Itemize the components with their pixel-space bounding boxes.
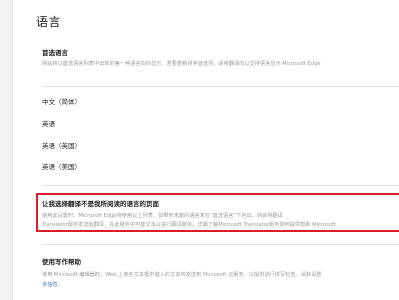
language-item-zh-hans[interactable]: 中文（简体） <box>42 96 81 106</box>
divider <box>42 86 399 87</box>
translate-offer-heading: 让我选择翻译不是我所阅读的语言的页面 <box>42 200 159 208</box>
language-item-en-us[interactable]: 英语（美国） <box>42 161 81 171</box>
preferred-languages-heading: 首选语言 <box>42 49 68 57</box>
divider <box>42 244 399 245</box>
language-item-en[interactable]: 英语 <box>42 118 55 128</box>
translate-offer-description-1: 使用此设置时，Microsoft Edge将使用以上列表，如果你未能的语言未在“… <box>42 213 283 219</box>
writing-help-heading: 使用写作帮助 <box>42 258 81 266</box>
writing-help-description-1: 使用 Microsoft 编辑器时，Web 上某些文本框中键入的文本将发送到 M… <box>42 272 322 278</box>
divider <box>42 185 399 186</box>
translate-offer-description-2: Translator服务发送给翻译，在此服务中可能文本以进行翻译服务。详细了解M… <box>42 222 336 228</box>
writing-help-more-info-link[interactable]: 多信息。 <box>42 281 142 288</box>
sidebar-edge <box>0 0 13 300</box>
language-item-en-gb[interactable]: 英语（英国） <box>42 140 81 150</box>
page-title: 语言 <box>36 15 62 29</box>
preferred-languages-description: 网站将以首选语言列表中出现的第一种语言向你显示。若要重新排序首选项，请将翻译向以… <box>42 61 321 67</box>
